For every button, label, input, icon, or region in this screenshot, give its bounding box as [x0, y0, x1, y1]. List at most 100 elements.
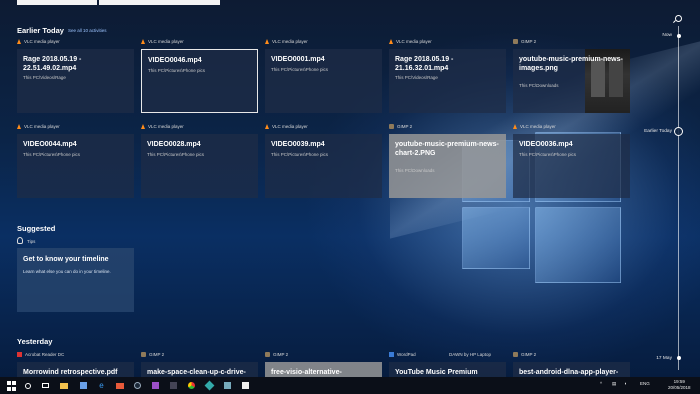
- clock[interactable]: 19:59 20/05/2018: [668, 379, 691, 391]
- activity-card[interactable]: VIDEO0001.mp4 This PC\Pictures\Phone pics: [265, 49, 382, 113]
- activity-card[interactable]: YouTube Music Premium: [389, 362, 506, 378]
- card-app-header: VLC media player: [513, 124, 556, 129]
- tips-card-body: Learn what else you can do in your timel…: [23, 269, 111, 274]
- card-app-header: GIMP 2: [513, 39, 536, 44]
- card-app-header: VLC media player: [141, 39, 184, 44]
- activity-card[interactable]: free-visio-alternative-: [265, 362, 382, 378]
- timeline-label-earlier-today[interactable]: Earlier Today: [630, 129, 672, 134]
- cortana-icon[interactable]: [22, 380, 33, 391]
- timeline-label-date[interactable]: 17 May: [640, 356, 672, 361]
- activity-card[interactable]: VIDEO0036.mp4 This PC\Pictures\Phone pics: [513, 134, 630, 198]
- vlc-icon: [141, 39, 145, 44]
- tips-label: Tips: [27, 239, 36, 244]
- vlc-icon: [17, 124, 21, 129]
- activity-card[interactable]: VIDEO0046.mp4 This PC\Pictures\Phone pics: [141, 49, 258, 113]
- card-app-name: VLC media player: [396, 39, 432, 44]
- section-title-earlier-today: Earlier Today: [17, 26, 64, 35]
- card-path: This PC\Pictures\Phone pics: [271, 67, 329, 72]
- activity-card[interactable]: Rage 2018.05.19 - 22.51.49.02.mp4 This PC…: [17, 49, 134, 113]
- card-app-name: VLC media player: [520, 124, 556, 129]
- acrobat-icon: [17, 352, 22, 357]
- card-title: youtube-music-premium-news-images.png: [519, 56, 623, 72]
- card-title: Rage 2018.05.19 - 22.51.49.02.mp4: [23, 56, 82, 72]
- start-icon[interactable]: [6, 380, 17, 391]
- card-path: This PC\Downloads: [519, 83, 559, 88]
- clock-date: 20/05/2018: [668, 385, 691, 390]
- card-app-header: VLC media player: [141, 124, 184, 129]
- card-app-name: VLC media player: [148, 39, 184, 44]
- activity-card[interactable]: best-android-dlna-app-player-: [513, 362, 630, 378]
- network-icon[interactable]: ▤: [612, 381, 616, 387]
- timeline-search-icon[interactable]: [675, 15, 682, 22]
- activity-card[interactable]: VIDEO0039.mp4 This PC\Pictures\Phone pics: [265, 134, 382, 198]
- section-title-suggested: Suggested: [17, 224, 56, 233]
- vlc-icon: [141, 124, 145, 129]
- activity-card[interactable]: VIDEO0028.mp4 This PC\Pictures\Phone pics: [141, 134, 258, 198]
- card-app-header: GIMP 2: [513, 352, 536, 357]
- card-path: This PC\Pictures\Phone pics: [147, 152, 205, 157]
- activity-search-box[interactable]: [17, 0, 97, 5]
- activity-card[interactable]: youtube-music-premium-news-images.png Thi…: [513, 49, 630, 113]
- activity-search-box-2[interactable]: [99, 0, 220, 5]
- vlc-icon: [513, 124, 517, 129]
- onenote-icon[interactable]: [150, 380, 161, 391]
- tips-card-title: Get to know your timeline: [23, 256, 109, 263]
- card-app-name: GIMP 2: [273, 352, 289, 357]
- see-all-activities-link[interactable]: See all 10 activities: [68, 28, 107, 33]
- card-app-header: GIMP 2: [389, 124, 412, 129]
- vlc-icon: [265, 124, 269, 129]
- chrome-icon[interactable]: [186, 380, 197, 391]
- vlc-icon: [265, 39, 269, 44]
- card-app-name: VLC media player: [272, 124, 308, 129]
- activity-card[interactable]: Morrowind retrospective.pdf: [17, 362, 134, 378]
- edge-icon[interactable]: e: [96, 380, 107, 391]
- card-app-header: GIMP 2: [265, 352, 288, 357]
- card-title: VIDEO0039.mp4: [271, 141, 325, 148]
- card-path: This PC\Pictures\Phone pics: [519, 152, 577, 157]
- windows-logo-pane: [462, 207, 530, 269]
- card-title: VIDEO0028.mp4: [147, 141, 201, 148]
- volume-icon[interactable]: ◖: [624, 381, 627, 386]
- activity-card[interactable]: youtube-music-premium-news-chart-2.PNG Th…: [389, 134, 506, 198]
- activity-card[interactable]: Rage 2018.05.19 - 21.16.32.01.mp4 This PC…: [389, 49, 506, 113]
- gimp-icon: [389, 124, 394, 129]
- steam-icon[interactable]: [132, 380, 143, 391]
- card-app-name: GIMP 2: [521, 352, 537, 357]
- card-app-header: VLC media player: [265, 124, 308, 129]
- language-indicator[interactable]: ENG: [640, 381, 650, 386]
- card-path: This PC\Pictures\Phone pics: [148, 68, 206, 73]
- card-app-name: VLC media player: [148, 124, 184, 129]
- card-app-name: VLC media player: [24, 124, 60, 129]
- card-path: This PC\Videos\Rage: [395, 75, 438, 80]
- activity-card[interactable]: VIDEO0044.mp4 This PC\Pictures\Phone pics: [17, 134, 134, 198]
- timeline-marker: [676, 356, 681, 360]
- timeline-track[interactable]: [678, 26, 679, 370]
- store-icon[interactable]: [78, 380, 89, 391]
- app-icon[interactable]: [240, 380, 251, 391]
- card-app-name: GIMP 2: [149, 352, 165, 357]
- card-app-header: GIMP 2: [141, 352, 164, 357]
- card-path: This PC\Videos\Rage: [23, 75, 66, 80]
- mail-icon[interactable]: [114, 380, 125, 391]
- timeline-thumb[interactable]: [674, 127, 683, 136]
- card-app-header: VLC media player: [265, 39, 308, 44]
- app-icon[interactable]: [204, 380, 215, 391]
- tray-chevron-icon[interactable]: ^: [600, 381, 602, 386]
- card-path: This PC\Downloads: [395, 168, 435, 173]
- card-app-header: VLC media player: [17, 124, 60, 129]
- timeline-label-now[interactable]: Now: [650, 33, 672, 38]
- card-title: VIDEO0036.mp4: [519, 141, 573, 148]
- activity-card[interactable]: make-space-clean-up-c-drive-: [141, 362, 258, 378]
- wordpad-icon: [389, 352, 394, 357]
- app-icon[interactable]: [168, 380, 179, 391]
- file-explorer-icon[interactable]: [58, 380, 69, 391]
- task-view-icon[interactable]: [40, 380, 51, 391]
- card-path: This PC\Pictures\Phone pics: [271, 152, 329, 157]
- gimp-icon: [141, 352, 146, 357]
- tips-card[interactable]: Get to know your timeline Learn what els…: [17, 248, 134, 312]
- app-icon[interactable]: [222, 380, 233, 391]
- gimp-icon: [513, 352, 518, 357]
- gimp-icon: [265, 352, 270, 357]
- card-path: This PC\Pictures\Phone pics: [23, 152, 81, 157]
- card-app-header: VLC media player: [17, 39, 60, 44]
